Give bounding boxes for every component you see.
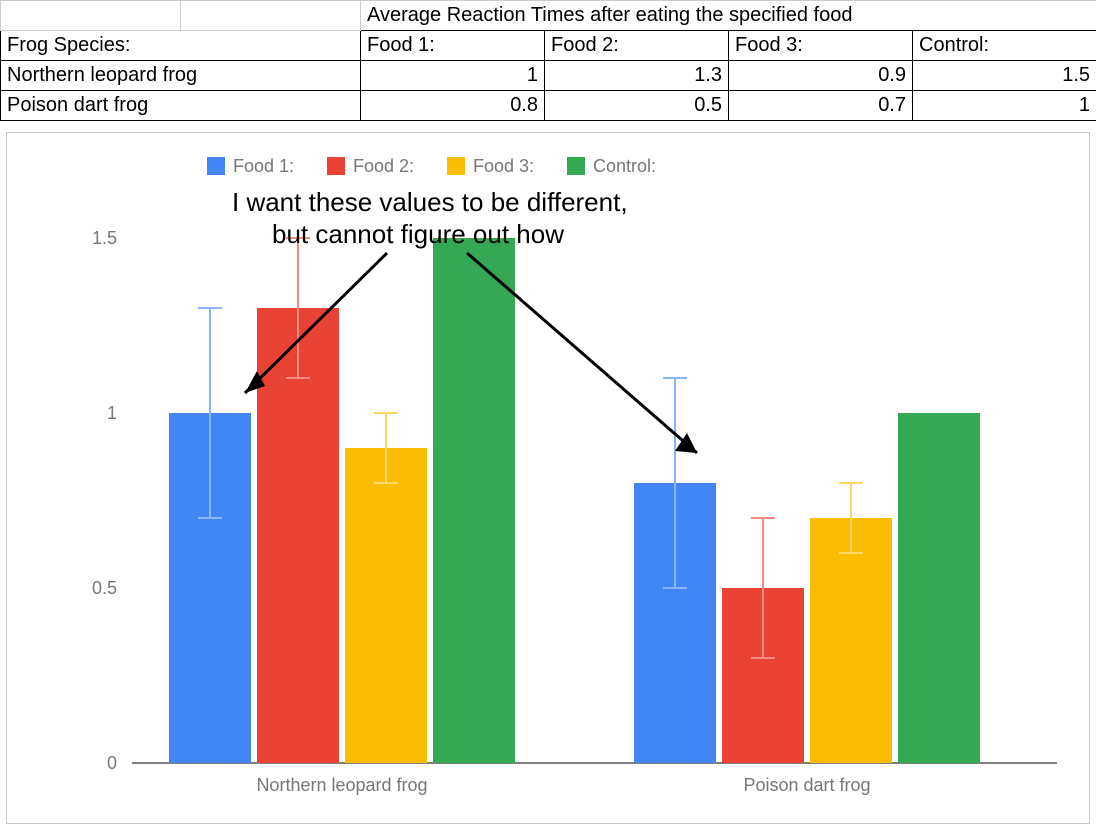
blank-cell[interactable] xyxy=(181,1,361,31)
legend-label-food2: Food 2: xyxy=(353,156,414,176)
col-header-food1[interactable]: Food 1: xyxy=(361,31,545,61)
legend: Food 1: Food 2: Food 3: Control: xyxy=(207,156,656,176)
table-row: Frog Species: Food 1: Food 2: Food 3: Co… xyxy=(1,31,1096,61)
table-row: Poison dart frog 0.8 0.5 0.7 1 xyxy=(1,91,1096,121)
legend-swatch-control xyxy=(567,157,585,175)
s1f2-cell[interactable]: 1.3 xyxy=(545,61,729,91)
bars-group xyxy=(169,238,980,763)
s2f1-cell[interactable]: 0.8 xyxy=(361,91,545,121)
legend-label-food1: Food 1: xyxy=(233,156,294,176)
legend-swatch-food3 xyxy=(447,157,465,175)
chart-container[interactable]: Food 1: Food 2: Food 3: Control: 0 0.5 1… xyxy=(6,132,1090,824)
legend-label-food3: Food 3: xyxy=(473,156,534,176)
ytick-05: 0.5 xyxy=(92,578,117,598)
legend-swatch-food2 xyxy=(327,157,345,175)
col-header-food2[interactable]: Food 2: xyxy=(545,31,729,61)
xcat-1: Northern leopard frog xyxy=(256,775,427,795)
col-header-control[interactable]: Control: xyxy=(913,31,1096,61)
col-header-food3[interactable]: Food 3: xyxy=(729,31,913,61)
s1f1-cell[interactable]: 1 xyxy=(361,61,545,91)
bar xyxy=(810,518,892,763)
row-label-cell[interactable]: Frog Species: xyxy=(1,31,361,61)
species1-cell[interactable]: Northern leopard frog xyxy=(1,61,361,91)
species2-cell[interactable]: Poison dart frog xyxy=(1,91,361,121)
s2c-cell[interactable]: 1 xyxy=(913,91,1096,121)
bar xyxy=(433,238,515,763)
s2f3-cell[interactable]: 0.7 xyxy=(729,91,913,121)
legend-swatch-food1 xyxy=(207,157,225,175)
s2f2-cell[interactable]: 0.5 xyxy=(545,91,729,121)
bar xyxy=(898,413,980,763)
data-table: Average Reaction Times after eating the … xyxy=(0,0,1096,121)
legend-label-control: Control: xyxy=(593,156,656,176)
blank-cell[interactable] xyxy=(1,1,181,31)
bar xyxy=(345,448,427,763)
table-row: Northern leopard frog 1 1.3 0.9 1.5 xyxy=(1,61,1096,91)
ytick-15: 1.5 xyxy=(92,228,117,248)
ytick-1: 1 xyxy=(107,403,117,423)
s1c-cell[interactable]: 1.5 xyxy=(913,61,1096,91)
s1f3-cell[interactable]: 0.9 xyxy=(729,61,913,91)
bar-chart: Food 1: Food 2: Food 3: Control: 0 0.5 1… xyxy=(7,133,1089,823)
annotation-line1: I want these values to be different, xyxy=(232,187,628,217)
table-row: Average Reaction Times after eating the … xyxy=(1,1,1096,31)
annotation-line2: but cannot figure out how xyxy=(272,219,564,249)
ytick-0: 0 xyxy=(107,753,117,773)
xcat-2: Poison dart frog xyxy=(743,775,870,795)
table-title-cell[interactable]: Average Reaction Times after eating the … xyxy=(361,1,1096,31)
